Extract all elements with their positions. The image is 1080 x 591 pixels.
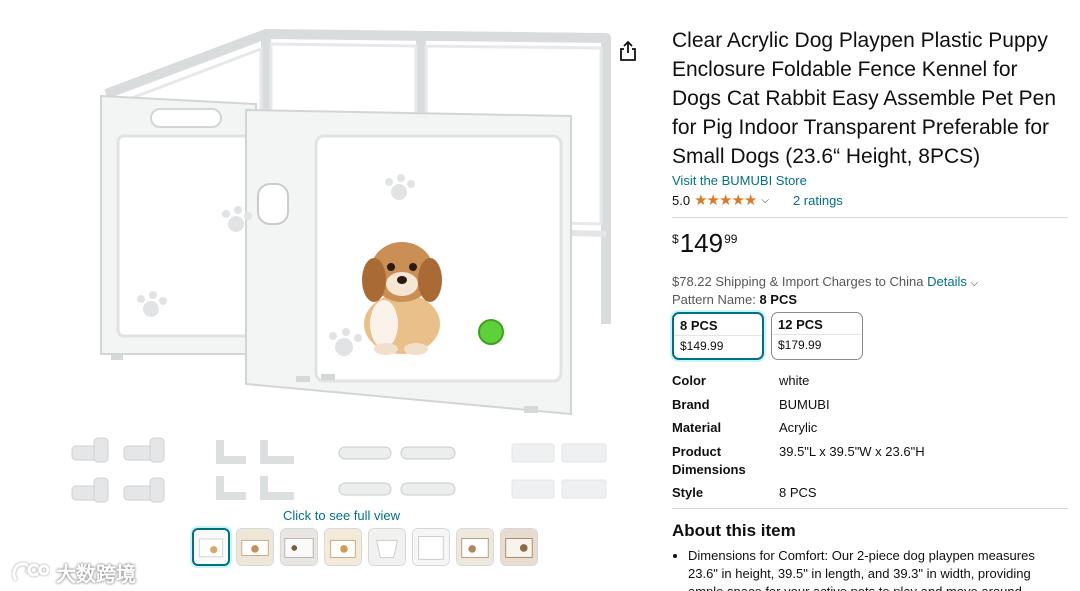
pattern-label: Pattern Name: xyxy=(672,292,756,307)
option-price: $179.99 xyxy=(778,338,822,352)
image-gallery: Click to see full view 大数跨境 xyxy=(0,0,660,591)
thumbnail-strip xyxy=(192,528,538,566)
watermark: 大数跨境 xyxy=(10,558,136,587)
watermark-text: 大数跨境 xyxy=(56,564,136,586)
spec-key: Color xyxy=(672,373,706,388)
click-full-view-link[interactable]: Click to see full view xyxy=(283,508,400,523)
price-fraction: 99 xyxy=(724,232,738,246)
connector-pieces-image xyxy=(71,437,165,503)
puppy-illustration xyxy=(362,242,442,355)
shipping-info: $78.22 Shipping & Import Charges to Chin… xyxy=(672,274,1068,289)
price-whole: 149 xyxy=(679,228,724,258)
rating-row: 5.0 ★ ★ ★ ★ ★ ⌵ 2 ratings xyxy=(672,191,1068,209)
rating-value: 5.0 xyxy=(672,192,691,208)
panel-pieces-image xyxy=(511,443,607,499)
spec-key: Material xyxy=(672,420,722,435)
option-name: 12 PCS xyxy=(772,313,862,335)
spec-value: Acrylic xyxy=(779,420,818,435)
pattern-options: 8 PCS $149.99 12 PCS $179.99 xyxy=(672,312,1068,360)
price-symbol: $ xyxy=(672,232,679,246)
thumbnail[interactable] xyxy=(192,528,230,566)
spec-row-brand: Brand BUMUBI xyxy=(672,396,1068,414)
spec-value: 39.5"L x 39.5"W x 23.6"H xyxy=(779,443,925,459)
accessory-preview-strip xyxy=(60,432,620,512)
thumbnail[interactable] xyxy=(500,528,538,566)
thumbnail[interactable] xyxy=(412,528,450,566)
pattern-name: Pattern Name: 8 PCS xyxy=(672,292,1068,307)
ratings-count-link[interactable]: 2 ratings xyxy=(793,193,843,208)
about-title: About this item xyxy=(672,520,796,540)
spec-row-style: Style 8 PCS xyxy=(672,484,1068,502)
spec-key: Product Dimensions xyxy=(672,443,746,477)
star-icon: ★ xyxy=(743,192,757,209)
star-rating[interactable]: ★ ★ ★ ★ ★ xyxy=(694,191,757,209)
spec-row-material: Material Acrylic xyxy=(672,419,1068,437)
spec-key: Style xyxy=(672,485,704,500)
thumbnail[interactable] xyxy=(368,528,406,566)
star-icon: ★ xyxy=(706,192,720,209)
option-price: $149.99 xyxy=(680,339,724,353)
chevron-down-icon[interactable]: ⌵ xyxy=(761,195,769,206)
spec-row-color: Color white xyxy=(672,372,1068,390)
watermark-logo-icon xyxy=(12,561,50,581)
star-icon: ★ xyxy=(718,192,732,209)
chevron-down-icon: ⌵ xyxy=(970,278,979,289)
star-icon: ★ xyxy=(731,192,744,209)
spec-row-dimensions: Product Dimensions 39.5"L x 39.5"W x 23.… xyxy=(672,443,1068,479)
product-details: Clear Acrylic Dog Playpen Plastic Puppy … xyxy=(672,26,1068,591)
divider xyxy=(672,507,1068,509)
shipping-details-link[interactable]: Details ⌵ xyxy=(927,274,978,289)
about-bullets: Dimensions for Comfort: Our 2-piece dog … xyxy=(672,547,1068,591)
thumbnail[interactable] xyxy=(456,528,494,566)
about-bullet: Dimensions for Comfort: Our 2-piece dog … xyxy=(688,547,1068,591)
clip-pieces-image xyxy=(338,446,456,496)
thumbnail[interactable] xyxy=(236,528,274,566)
thumbnail[interactable] xyxy=(280,528,318,566)
divider xyxy=(672,217,1068,218)
price: $ 149 99 xyxy=(672,228,1068,260)
spec-key: Brand xyxy=(672,396,710,412)
spec-value: BUMUBI xyxy=(779,396,830,412)
store-link[interactable]: Visit the BUMUBI Store xyxy=(672,173,1068,188)
star-icon: ★ xyxy=(694,192,707,209)
product-title: Clear Acrylic Dog Playpen Plastic Puppy … xyxy=(672,29,1057,168)
share-icon[interactable] xyxy=(618,40,638,62)
specs-table: Color white Brand BUMUBI Material Acryli… xyxy=(672,372,1068,502)
option-8-pcs[interactable]: 8 PCS $149.99 xyxy=(672,312,764,360)
shipping-text: $78.22 Shipping & Import Charges to Chin… xyxy=(672,274,924,289)
spec-value: white xyxy=(779,373,810,388)
thumbnail[interactable] xyxy=(324,528,362,566)
pattern-value: 8 PCS xyxy=(759,292,798,307)
spec-value: 8 PCS xyxy=(779,485,817,500)
option-12-pcs[interactable]: 12 PCS $179.99 xyxy=(771,312,863,360)
main-product-image[interactable] xyxy=(66,24,611,422)
ball-illustration xyxy=(478,319,504,345)
option-name: 8 PCS xyxy=(674,314,762,336)
corner-brackets-image xyxy=(216,440,294,500)
